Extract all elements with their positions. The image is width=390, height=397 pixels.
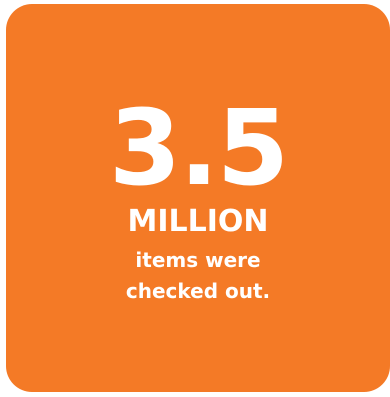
stat-value: 3.5: [108, 87, 289, 209]
stat-card: 3.5 MILLION items were checked out.: [6, 4, 390, 392]
stat-caption-line-2: checked out.: [125, 279, 271, 303]
stat-caption-line-1: items were: [135, 248, 261, 272]
stat-unit: MILLION: [127, 204, 269, 239]
